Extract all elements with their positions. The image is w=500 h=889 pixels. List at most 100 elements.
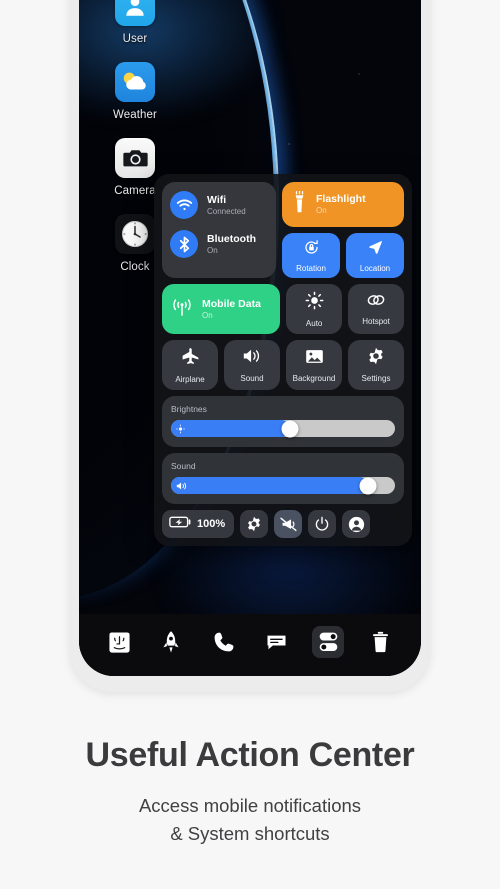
dock-item-control-center[interactable]: [312, 626, 345, 658]
small-tile-pair: Rotation Location: [282, 233, 404, 278]
battery-percent: 100%: [197, 518, 226, 530]
page-subtitle: Access mobile notifications & System sho…: [0, 792, 500, 848]
airplane-toggle[interactable]: Airplane: [162, 340, 218, 390]
location-arrow-icon: [367, 239, 384, 261]
hotspot-label: Hotspot: [362, 317, 390, 326]
finder-icon: [109, 631, 130, 653]
dock: [79, 614, 421, 676]
background-label: Background: [292, 373, 336, 383]
brightness-slider-knob[interactable]: [281, 420, 299, 437]
phone-frame: User Weather Camera Clock Wifi Connected…: [70, 0, 430, 692]
gear-icon: [248, 516, 261, 532]
wifi-title: Wifi: [207, 193, 227, 206]
phone-screen: User Weather Camera Clock Wifi Connected…: [79, 0, 421, 676]
brightness-slider-card: Brightnes: [162, 396, 404, 447]
wifi-status: Connected: [207, 206, 246, 216]
control-center-row-3: Airplane Sound Background Settings: [162, 340, 404, 390]
flashlight-title: Flashlight: [316, 193, 366, 206]
account-icon: [348, 516, 364, 532]
sound-toggle[interactable]: Sound: [224, 340, 280, 390]
dock-item-trash[interactable]: [365, 626, 397, 658]
battery-charging-icon: [169, 515, 192, 534]
flashlight-icon: [292, 190, 307, 218]
sound-slider[interactable]: [171, 477, 395, 494]
control-center-row-2: Mobile Data On Auto Hotspot: [162, 284, 404, 334]
control-center-right-column: Flashlight On Rotation Location: [282, 182, 404, 278]
dock-item-messages[interactable]: [260, 626, 292, 658]
app-label: Clock: [120, 261, 150, 273]
auto-label: Auto: [305, 318, 323, 328]
bluetooth-icon: [170, 230, 198, 258]
sound-slider-knob[interactable]: [359, 477, 377, 494]
brightness-slider-fill: [171, 420, 290, 437]
settings-toggle[interactable]: Settings: [348, 340, 404, 390]
wifi-icon: [170, 191, 198, 219]
flashlight-status: On: [316, 206, 327, 216]
power-button[interactable]: [308, 510, 337, 538]
app-label: Camera: [114, 185, 156, 197]
trash-icon: [373, 631, 389, 653]
background-toggle[interactable]: Background: [286, 340, 342, 390]
hotspot-icon: [365, 292, 387, 313]
power-icon: [315, 516, 329, 531]
wifi-toggle[interactable]: Wifi Connected: [170, 191, 268, 219]
rotation-toggle[interactable]: Rotation: [282, 233, 340, 278]
user-icon: [115, 0, 155, 26]
bluetooth-status: On: [207, 245, 218, 255]
brightness-slider[interactable]: [171, 420, 395, 437]
settings-button[interactable]: [240, 510, 269, 538]
app-label: Weather: [113, 109, 157, 121]
airplane-icon: [181, 347, 200, 371]
airplane-label: Airplane: [175, 374, 205, 384]
page-subtitle-line-2: & System shortcuts: [170, 822, 330, 844]
clock-icon: [115, 214, 155, 254]
rotation-lock-icon: [303, 239, 320, 261]
brightness-icon: [176, 424, 185, 433]
dock-item-launchpad[interactable]: [155, 626, 187, 658]
app-label: User: [122, 33, 148, 45]
app-item-user[interactable]: User: [93, 0, 177, 62]
phone-icon: [214, 632, 234, 652]
location-label: Location: [359, 263, 391, 273]
toggles-icon: [319, 632, 338, 651]
sound-slider-fill: [171, 477, 369, 494]
flashlight-toggle[interactable]: Flashlight On: [282, 182, 404, 227]
sound-slider-card: Sound: [162, 453, 404, 504]
brightness-slider-label: Brightnes: [171, 404, 207, 414]
bluetooth-title: Bluetooth: [207, 232, 256, 245]
bluetooth-toggle[interactable]: Bluetooth On: [170, 230, 268, 258]
hotspot-toggle[interactable]: Hotspot: [348, 284, 404, 334]
cell-signal-icon: [171, 297, 193, 322]
image-icon: [305, 348, 324, 370]
mobile-data-toggle[interactable]: Mobile Data On: [162, 284, 281, 334]
weather-icon: [115, 62, 155, 102]
control-center-panel: Wifi Connected Bluetooth On Flashlight O…: [154, 174, 412, 546]
message-icon: [267, 635, 286, 650]
sound-slider-label: Sound: [171, 461, 196, 471]
connectivity-card: Wifi Connected Bluetooth On: [162, 182, 276, 278]
rotation-label: Rotation: [296, 263, 326, 273]
brightness-auto-icon: [305, 291, 324, 315]
page-subtitle-line-1: Access mobile notifications: [138, 795, 362, 816]
dock-item-finder[interactable]: [103, 626, 135, 658]
sound-label: Sound: [240, 374, 264, 383]
location-toggle[interactable]: Location: [346, 233, 404, 278]
battery-status[interactable]: 100%: [162, 510, 235, 538]
notifications-mute-button[interactable]: [274, 510, 303, 538]
control-center-action-row: 100%: [162, 510, 404, 538]
camera-icon: [115, 138, 155, 178]
auto-brightness-toggle[interactable]: Auto: [286, 284, 343, 334]
settings-label: Settings: [361, 374, 391, 383]
account-button[interactable]: [342, 510, 371, 538]
page-title: Useful Action Center: [85, 736, 415, 774]
volume-icon: [176, 481, 187, 491]
megaphone-mute-icon: [279, 517, 297, 531]
app-item-weather[interactable]: Weather: [93, 62, 177, 138]
caption-block: Useful Action Center Access mobile notif…: [0, 736, 500, 848]
gear-icon: [367, 347, 385, 370]
mobile-data-title: Mobile Data: [202, 297, 261, 310]
dock-item-phone[interactable]: [208, 626, 240, 658]
control-center-row-1: Wifi Connected Bluetooth On Flashlight O…: [162, 182, 404, 278]
rocket-icon: [163, 631, 180, 653]
mobile-data-status: On: [202, 310, 213, 320]
